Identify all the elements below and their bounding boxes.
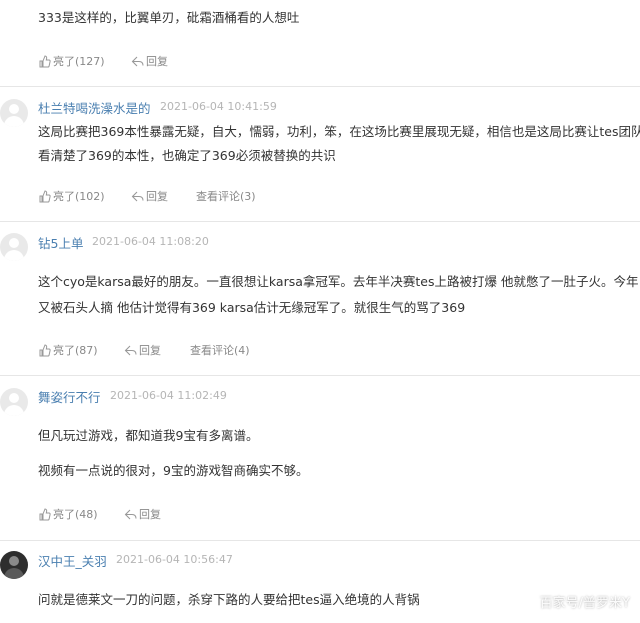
reply-label: 回复 — [146, 55, 168, 68]
reply-label: 回复 — [139, 508, 161, 521]
view-replies-link[interactable]: 查看评论(3) — [196, 188, 256, 204]
thumbs-up-icon — [38, 54, 51, 68]
like-count: 亮了(87) — [53, 344, 98, 357]
username[interactable]: 钻5上单 — [38, 233, 83, 252]
timestamp: 2021-06-04 11:08:20 — [92, 235, 209, 248]
comment-text: 这个cyo是karsa最好的朋友。一直很想让karsa拿冠军。去年半决赛tes上… — [38, 274, 639, 289]
like-button[interactable]: 亮了(102) — [38, 188, 105, 204]
reply-button[interactable]: 回复 — [124, 506, 161, 522]
comment-text: 333是这样的，比翼单刃，砒霜酒桶看的人想吐 — [38, 10, 300, 25]
reply-label: 回复 — [146, 190, 168, 203]
avatar[interactable] — [0, 233, 28, 261]
reply-button[interactable]: 回复 — [131, 188, 168, 204]
comment-text: 视频有一点说的很对，9宝的游戏智商确实不够。 — [38, 463, 309, 478]
thumbs-up-icon — [38, 507, 51, 521]
reply-label: 回复 — [139, 344, 161, 357]
reply-icon — [131, 55, 144, 68]
comment-text: 但凡玩过游戏，都知道我9宝有多离谱。 — [38, 428, 259, 443]
reply-button[interactable]: 回复 — [131, 53, 168, 69]
thumbs-up-icon — [38, 189, 51, 203]
timestamp: 2021-06-04 10:41:59 — [160, 100, 277, 113]
divider — [0, 540, 640, 541]
like-count: 亮了(48) — [53, 508, 98, 521]
username[interactable]: 舞姿行不行 — [38, 387, 101, 406]
like-button[interactable]: 亮了(48) — [38, 506, 98, 522]
like-button[interactable]: 亮了(127) — [38, 53, 105, 69]
username[interactable]: 汉中王_关羽 — [38, 551, 107, 570]
divider — [0, 221, 640, 222]
comment-text: 问就是德莱文一刀的问题，杀穿下路的人要给把tes逼入绝境的人背锅 — [38, 592, 420, 607]
view-replies-link[interactable]: 查看评论(4) — [190, 342, 250, 358]
like-count: 亮了(102) — [53, 190, 105, 203]
avatar[interactable] — [0, 388, 28, 416]
like-count: 亮了(127) — [53, 55, 105, 68]
thumbs-up-icon — [38, 343, 51, 357]
comment-text: 这局比赛把369本性暴露无疑，自大，懦弱，功利，笨，在这场比赛里展现无疑，相信也… — [38, 124, 640, 139]
divider — [0, 86, 640, 87]
divider — [0, 375, 640, 376]
timestamp: 2021-06-04 11:02:49 — [110, 389, 227, 402]
reply-icon — [124, 508, 137, 521]
username[interactable]: 杜兰特喝洗澡水是的 — [38, 98, 151, 117]
comment-feed: 333是这样的，比翼单刃，砒霜酒桶看的人想吐 亮了(127) 回复 杜兰特喝洗澡… — [0, 0, 640, 623]
comment-text: 又被石头人摘 他估计觉得有369 karsa估计无缘冠军了。就很生气的骂了369 — [38, 300, 466, 315]
reply-icon — [131, 190, 144, 203]
comment-text: 看清楚了369的本性，也确定了369必须被替换的共识 — [38, 148, 336, 163]
reply-icon — [124, 344, 137, 357]
avatar[interactable] — [0, 99, 28, 127]
like-button[interactable]: 亮了(87) — [38, 342, 98, 358]
timestamp: 2021-06-04 10:56:47 — [116, 553, 233, 566]
watermark: 百家号/普罗米Y — [539, 596, 630, 611]
reply-button[interactable]: 回复 — [124, 342, 161, 358]
avatar[interactable] — [0, 551, 28, 579]
